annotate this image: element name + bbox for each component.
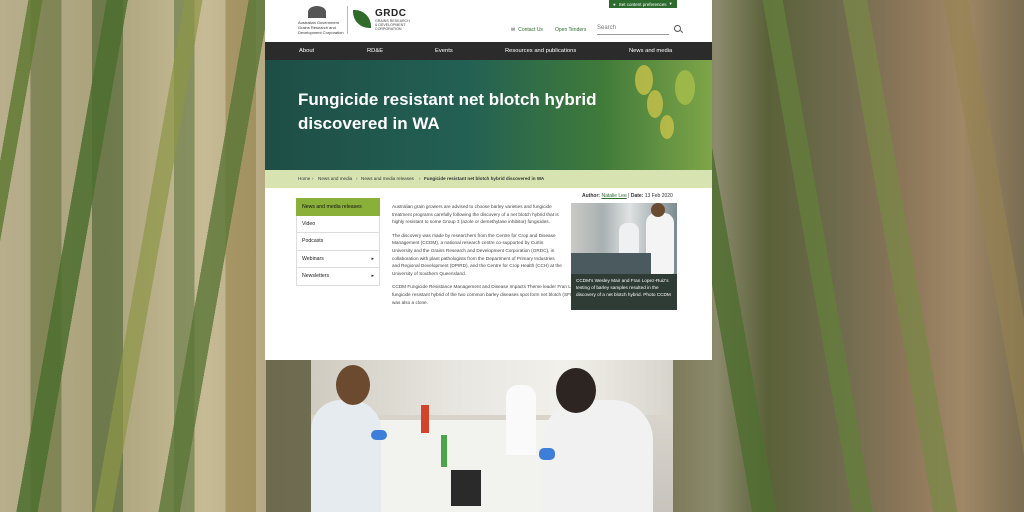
page-title: Fungicide resistant net blotch hybrid di… bbox=[298, 90, 597, 133]
sidebar-item-podcasts[interactable]: Podcasts bbox=[296, 233, 380, 251]
breadcrumb-current: Fungicide resistant net blotch hybrid di… bbox=[424, 176, 545, 181]
nav-item-about[interactable]: About bbox=[299, 48, 314, 54]
publish-date: 13 Feb 2020 bbox=[644, 193, 673, 199]
main-content: News and media releases Video Podcasts W… bbox=[265, 188, 712, 360]
site-header: Australian Government Grains Research an… bbox=[265, 0, 712, 42]
date-label: Date: bbox=[630, 193, 644, 199]
main-nav: About RD&E Events Resources and publicat… bbox=[265, 42, 712, 60]
mail-icon: ✉ bbox=[511, 27, 516, 33]
open-tenders-link[interactable]: Open Tenders bbox=[555, 27, 586, 33]
lab-photo bbox=[311, 360, 673, 512]
breadcrumb-home[interactable]: Home bbox=[298, 176, 310, 181]
sidebar-item-label: Newsletters bbox=[302, 273, 330, 280]
breadcrumb: Home › News and media › News and media r… bbox=[265, 170, 712, 188]
sidebar-item-newsletters[interactable]: Newsletters ▸ bbox=[296, 268, 380, 286]
grdc-logo-sub-3: CORPORATION bbox=[375, 27, 402, 31]
article-paragraph: Australian grain growers are advised to … bbox=[392, 204, 559, 225]
sidebar-nav: News and media releases Video Podcasts W… bbox=[296, 198, 380, 286]
sidebar-item-label: Video bbox=[302, 220, 316, 227]
nav-item-rde[interactable]: RD&E bbox=[367, 48, 383, 54]
contact-us-label: Contact Us bbox=[518, 27, 543, 33]
author-link[interactable]: Natalie Lee bbox=[601, 193, 626, 199]
search-input[interactable]: Search bbox=[597, 23, 669, 35]
search-icon[interactable] bbox=[674, 25, 681, 32]
gov-logo-text-3: Development Corporation bbox=[298, 30, 344, 35]
content-preferences-button[interactable]: ● Set content preferences ▾ bbox=[609, 0, 677, 8]
article-body: Australian grain growers are advised to … bbox=[392, 203, 668, 312]
sidebar-item-news-releases[interactable]: News and media releases bbox=[296, 198, 380, 216]
breadcrumb-releases[interactable]: News and media releases bbox=[361, 176, 414, 181]
logo-divider bbox=[347, 6, 348, 34]
breadcrumb-news[interactable]: News and media bbox=[318, 176, 352, 181]
content-preferences-label: Set content preferences bbox=[618, 1, 667, 7]
hero-banner: Fungicide resistant net blotch hybrid di… bbox=[265, 60, 712, 170]
background-barley-image bbox=[0, 0, 265, 512]
nav-item-resources[interactable]: Resources and publications bbox=[505, 48, 576, 54]
breadcrumb-separator: › bbox=[356, 176, 358, 181]
sidebar-item-label: News and media releases bbox=[302, 203, 362, 210]
nav-item-news[interactable]: News and media bbox=[629, 48, 672, 54]
article-photo bbox=[571, 203, 677, 274]
chevron-down-icon: ▾ bbox=[669, 1, 672, 6]
sidebar-item-video[interactable]: Video bbox=[296, 215, 380, 233]
author-line: Author: Natalie Lee | Date: 13 Feb 2020 bbox=[582, 193, 673, 199]
article-paragraph: The discovery was made by researchers fr… bbox=[392, 232, 562, 276]
website-screenshot: Australian Government Grains Research an… bbox=[265, 0, 712, 360]
background-barley-image-right bbox=[712, 0, 1024, 512]
nav-item-events[interactable]: Events bbox=[435, 48, 453, 54]
grdc-logo-name: GRDC bbox=[375, 8, 407, 19]
sidebar-item-webinars[interactable]: Webinars ▸ bbox=[296, 250, 380, 268]
user-icon: ● bbox=[613, 1, 616, 7]
photo-caption: CCDM's Wesley Mair and Fran Lopez-Ruiz's… bbox=[571, 274, 677, 310]
sidebar-item-label: Webinars bbox=[302, 255, 324, 262]
breadcrumb-separator: › bbox=[312, 176, 314, 181]
author-label: Author: bbox=[582, 193, 601, 199]
sidebar-item-label: Podcasts bbox=[302, 238, 324, 245]
chevron-right-icon: ▸ bbox=[371, 255, 374, 262]
breadcrumb-separator: › bbox=[419, 176, 421, 181]
chevron-right-icon: ▸ bbox=[371, 273, 374, 280]
coat-of-arms-icon bbox=[308, 6, 326, 18]
contact-us-link[interactable]: ✉ Contact Us bbox=[511, 27, 543, 33]
grdc-leaf-icon bbox=[353, 10, 371, 28]
australian-government-logo[interactable]: Australian Government Grains Research an… bbox=[298, 6, 344, 35]
